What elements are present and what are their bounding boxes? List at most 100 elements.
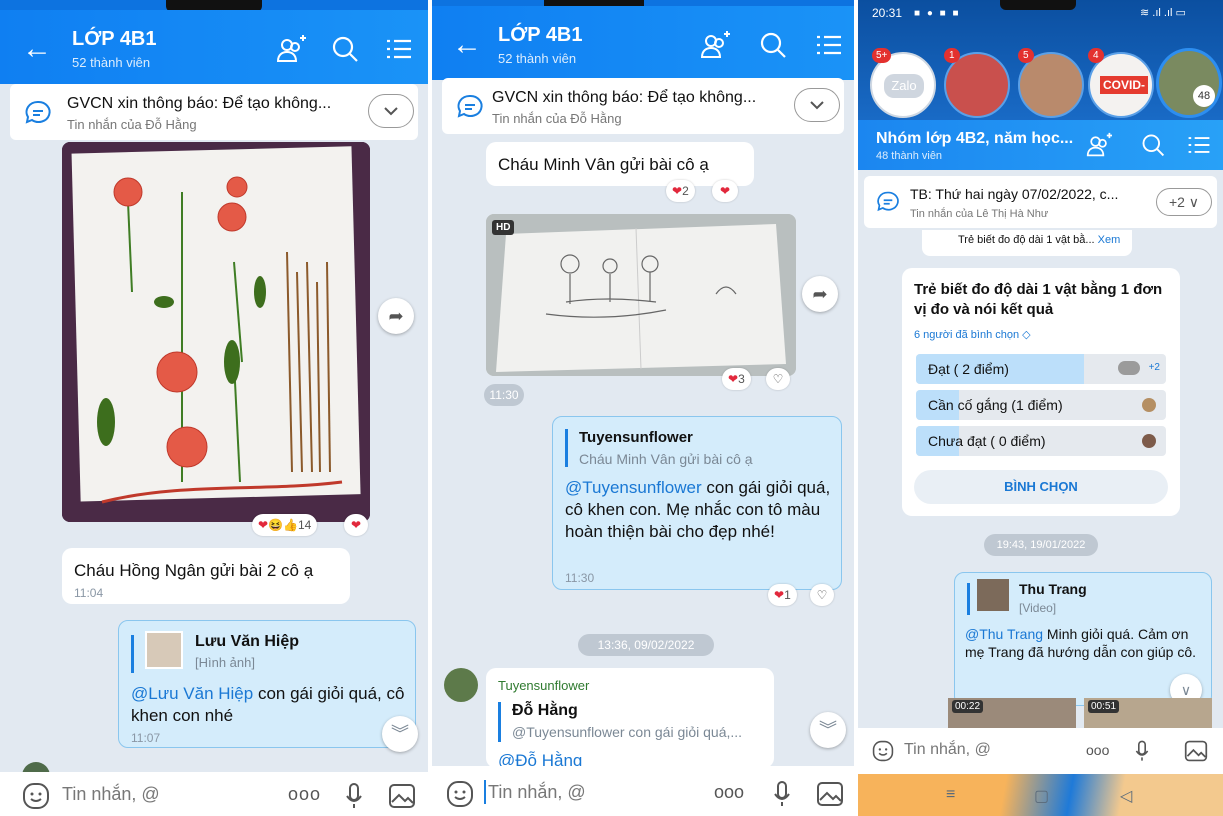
search-icon[interactable]: [1140, 132, 1166, 158]
menu-list-icon[interactable]: [1186, 132, 1212, 158]
microphone-icon[interactable]: [1134, 739, 1150, 763]
message-bubble[interactable]: Cháu Hồng Ngân gửi bài 2 cô ạ 11:04: [62, 548, 350, 604]
more-options-icon[interactable]: ooo: [288, 784, 321, 805]
quote-type: [Video]: [1019, 601, 1057, 615]
member-count: 52 thành viên: [498, 51, 577, 66]
share-forward-button[interactable]: ➦: [802, 276, 838, 312]
image-picker-icon[interactable]: [816, 780, 844, 808]
chat-panel-2: ← LỚP 4B1 52 thành viên GVCN xin thông b…: [432, 0, 854, 816]
group-title: LỚP 4B1: [72, 28, 157, 50]
pinned-message[interactable]: GVCN xin thông báo: Để tạo không... Tin …: [10, 84, 418, 140]
vote-button[interactable]: BÌNH CHỌN: [914, 470, 1168, 504]
quote-bar: [967, 583, 970, 615]
reply-text: @Lưu Văn Hiệp con gái giỏi quá, cô khen …: [131, 683, 407, 727]
mention-link[interactable]: @Tuyensunflower: [565, 478, 702, 497]
quote-bar: [498, 702, 501, 742]
expand-pinned-button[interactable]: [794, 88, 840, 122]
photo-reactions[interactable]: ❤😆👍14: [252, 514, 318, 536]
pinned-message[interactable]: GVCN xin thông báo: Để tạo không... Tin …: [442, 78, 844, 134]
react-heart-button[interactable]: ❤: [344, 514, 368, 536]
home-icon[interactable]: ▢: [1034, 786, 1049, 806]
back-icon[interactable]: ◁: [1120, 786, 1132, 806]
pinned-sender: Tin nhắn của Đỗ Hằng: [492, 111, 622, 126]
reply-message-bubble[interactable]: Lưu Văn Hiệp [Hình ảnh] @Lưu Văn Hiệp co…: [118, 620, 416, 748]
react-heart-outline-button[interactable]: ♡: [766, 368, 790, 390]
microphone-icon[interactable]: [772, 780, 792, 808]
hd-badge: HD: [492, 220, 515, 235]
message-reactions[interactable]: ❤1: [768, 584, 797, 606]
sticker-smile-icon[interactable]: [22, 782, 50, 810]
message-input[interactable]: Tin nhắn, @: [904, 741, 991, 759]
member-count: 52 thành viên: [72, 55, 151, 70]
sticker-smile-icon[interactable]: [872, 740, 894, 762]
search-icon[interactable]: [758, 30, 788, 60]
more-options-icon[interactable]: ooo: [714, 782, 744, 803]
reply-message-bubble[interactable]: Tuyensunflower Cháu Minh Vân gửi bài cô …: [552, 416, 842, 590]
image-picker-icon[interactable]: [388, 782, 416, 810]
expand-pinned-button[interactable]: +2 ∨: [1156, 188, 1212, 216]
react-heart-outline-button[interactable]: ♡: [810, 584, 834, 606]
signal-battery-icon: ≋ .ıl .ıl ▭: [1140, 7, 1186, 19]
poll-voter-count[interactable]: 6 người đã bình chọn ◇: [914, 328, 1031, 341]
message-bubble[interactable]: Tuyensunflower Đỗ Hằng @Tuyensunflower c…: [486, 668, 774, 770]
scroll-down-button[interactable]: ︾: [810, 712, 846, 748]
message-input[interactable]: Tin nhắn, @: [488, 782, 586, 803]
quote-text: Cháu Minh Vân gửi bài cô ạ: [579, 451, 753, 467]
group-title: LỚP 4B1: [498, 24, 583, 46]
video-duration: 00:51: [1088, 700, 1120, 713]
reaction-count: 3: [738, 372, 745, 386]
message-input[interactable]: Tin nhắn, @: [62, 784, 160, 805]
poll-snippet[interactable]: Trẻ biết đo độ dài 1 vật bằ... Xem: [922, 230, 1132, 256]
quote-thumbnail: [145, 631, 183, 669]
reaction-count: 14: [297, 518, 312, 532]
pinned-message[interactable]: TB: Thứ hai ngày 07/02/2022, c... Tin nh…: [864, 176, 1217, 228]
story-current-group[interactable]: 48: [1156, 48, 1222, 118]
forward-arrow-icon: ➦: [812, 284, 828, 304]
expand-pinned-button[interactable]: [368, 94, 414, 128]
react-heart-button[interactable]: ❤: [712, 180, 738, 202]
poll-option[interactable]: Đạt ( 2 điểm) +2: [916, 354, 1166, 384]
view-link[interactable]: Xem: [1098, 234, 1121, 246]
mention-link[interactable]: @Lưu Văn Hiệp: [131, 684, 253, 703]
heart-reaction-icon: ❤: [672, 184, 683, 198]
more-options-icon[interactable]: ooo: [1086, 742, 1109, 758]
story-label: COVID-: [1100, 76, 1148, 94]
poll-snippet-text: Trẻ biết đo độ dài 1 vật bằ... Xem: [958, 234, 1120, 246]
mention-link[interactable]: @Thu Trang: [965, 626, 1043, 642]
drawing-photo-image: [62, 142, 370, 522]
poll-option[interactable]: Chưa đạt ( 0 điểm): [916, 426, 1166, 456]
date-divider: 13:36, 09/02/2022: [578, 634, 714, 656]
share-forward-button[interactable]: ➦: [378, 298, 414, 334]
sticker-smile-icon[interactable]: [446, 780, 474, 808]
menu-list-icon[interactable]: [384, 34, 414, 64]
pinned-sender: Tin nhắn của Đỗ Hằng: [67, 117, 197, 132]
add-member-icon[interactable]: [700, 30, 730, 60]
story-badge: 5: [1018, 48, 1034, 63]
shared-photo-drawing[interactable]: [62, 142, 370, 522]
shared-video[interactable]: HD: [486, 214, 796, 376]
add-member-icon[interactable]: [276, 34, 306, 64]
reaction-count: 2: [682, 184, 689, 198]
microphone-icon[interactable]: [344, 782, 364, 810]
like-reaction-icon: 👍: [283, 518, 298, 532]
search-icon[interactable]: [330, 34, 360, 64]
quote-name: Đỗ Hằng: [512, 702, 578, 719]
recent-apps-icon[interactable]: ≡: [946, 786, 955, 804]
video-reactions[interactable]: ❤3: [722, 368, 751, 390]
story-badge: 1: [944, 48, 960, 63]
menu-list-icon[interactable]: [814, 30, 844, 60]
message-reactions[interactable]: ❤2: [666, 180, 695, 202]
message-bubble[interactable]: Cháu Minh Vân gửi bài cô ạ: [486, 142, 754, 186]
scroll-down-button[interactable]: ︾: [382, 716, 418, 752]
back-arrow-icon[interactable]: ←: [452, 30, 482, 60]
poll-option[interactable]: Cần cố gắng (1 điểm): [916, 390, 1166, 420]
back-arrow-icon[interactable]: ←: [22, 34, 52, 64]
add-member-icon[interactable]: [1086, 132, 1112, 158]
poll-card: Trẻ biết đo độ dài 1 vật bằng 1 đơn vị đ…: [902, 268, 1180, 516]
avatar[interactable]: [444, 668, 478, 702]
video-thumbnail[interactable]: 00:51: [1084, 698, 1212, 728]
quote-bar: [565, 429, 568, 467]
image-picker-icon[interactable]: [1184, 739, 1208, 763]
message-text: Cháu Minh Vân gửi bài cô ạ: [498, 155, 709, 174]
video-thumbnail[interactable]: 00:22: [948, 698, 1076, 728]
